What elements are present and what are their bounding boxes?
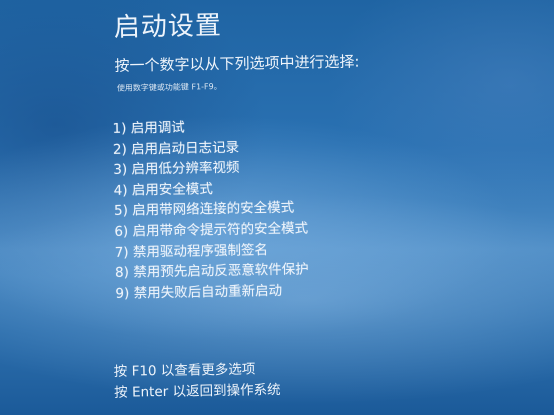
footer: 按 F10 以查看更多选项 按 Enter 以返回到操作系统 <box>114 359 281 404</box>
hint-text: 使用数字键或功能键 F1-F9。 <box>116 81 222 93</box>
options-list: 1) 启用调试 2) 启用启动日志记录 3) 启用低分辨率视频 4) 启用安全模… <box>112 115 309 304</box>
more-options-prompt[interactable]: 按 F10 以查看更多选项 <box>114 359 281 383</box>
option-disable-auto-restart[interactable]: 9) 禁用失败后自动重新启动 <box>115 280 309 304</box>
return-to-os-prompt[interactable]: 按 Enter 以返回到操作系统 <box>114 380 281 404</box>
option-safe-mode-command-prompt[interactable]: 6) 启用带命令提示符的安全模式 <box>114 218 308 242</box>
instruction-text: 按一个数字以从下列选项中进行选择: <box>114 52 360 75</box>
page-title: 启动设置 <box>113 10 223 43</box>
startup-settings-screen: 启动设置 按一个数字以从下列选项中进行选择: 使用数字键或功能键 F1-F9。 … <box>0 0 554 415</box>
